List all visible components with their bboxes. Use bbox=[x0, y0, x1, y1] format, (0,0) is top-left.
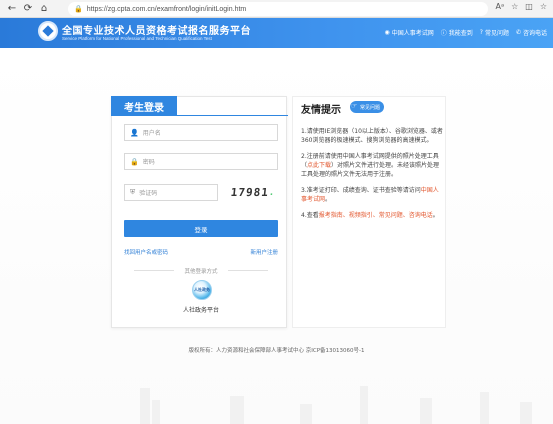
username-field[interactable]: 👤 用户名 bbox=[124, 124, 278, 141]
shield-icon: ⛨ bbox=[130, 188, 136, 196]
faq-badge[interactable]: ☞ 常见问题 bbox=[350, 101, 385, 113]
notice-title: 友情提示 bbox=[301, 105, 341, 116]
url-text: https://zg.cpta.com.cn/examfront/login/i… bbox=[86, 5, 247, 13]
site-header: 全国专业技术人员资格考试报名服务平台 Service Platform for … bbox=[0, 18, 553, 48]
header-link-guide[interactable]: ⓘ 我能查到 bbox=[441, 28, 473, 37]
header-link-phone[interactable]: ✆ 咨询电话 bbox=[516, 28, 547, 37]
other-login-label: 其他登录方式 bbox=[124, 267, 278, 275]
register-link[interactable]: 新用户注册 bbox=[250, 248, 278, 256]
phone-icon: ✆ bbox=[515, 29, 521, 36]
header-link-faq[interactable]: ? 常见问题 bbox=[480, 28, 509, 37]
captcha-text: 17981 bbox=[230, 186, 270, 199]
user-icon: 👤 bbox=[130, 128, 139, 137]
header-link-cpta[interactable]: ◉ 中国人事考试网 bbox=[384, 28, 433, 37]
footer-copyright: 版权所有：人力资源和社会保障部人事考试中心 京ICP备13013060号-1 bbox=[188, 348, 365, 354]
read-aloud-icon[interactable]: Aᵃ bbox=[495, 2, 504, 11]
platform-icon-text: 人社政务 bbox=[194, 287, 210, 292]
lock-icon: 🔒 bbox=[130, 157, 139, 166]
site-title: 全国专业技术人员资格考试报名服务平台 bbox=[62, 26, 251, 37]
tip-browser: 1.请使用IE浏览器（10以上版本）、谷歌浏览器、或者360浏览器的极速模式、搜… bbox=[301, 128, 443, 144]
login-button[interactable]: 登录 bbox=[124, 220, 278, 237]
tab-underline bbox=[176, 115, 288, 116]
tips-list: 1.请使用IE浏览器（10以上版本）、谷歌浏览器、或者360浏览器的极速模式、搜… bbox=[301, 127, 443, 227]
address-bar[interactable]: 🔒 https://zg.cpta.com.cn/examfront/login… bbox=[68, 2, 488, 16]
back-icon[interactable]: ← bbox=[4, 1, 20, 17]
login-card: 考生登录 👤 用户名 🔒 密码 ⛨ 验证码 17981 . 登录 找回用户名或密… bbox=[111, 96, 288, 328]
tip-photo: 2.注册前请使用中国人事考试网提供的照片处理工具（点此下载）对照片文件进行处理。… bbox=[301, 153, 440, 178]
globe-icon: ◉ bbox=[384, 29, 390, 36]
password-placeholder: 密码 bbox=[142, 159, 155, 166]
site-logo-icon bbox=[38, 21, 58, 41]
captcha-field[interactable]: ⛨ 验证码 bbox=[124, 184, 218, 201]
split-screen-icon[interactable]: ◫ bbox=[525, 2, 533, 11]
tip-guides: 4.查看报考指南、视频指引、常见问题、咨询电话。 bbox=[301, 212, 439, 219]
download-tool-link[interactable]: 点此下载 bbox=[307, 162, 331, 169]
username-placeholder: 用户名 bbox=[142, 130, 161, 137]
captcha-image[interactable]: 17981 . bbox=[227, 184, 279, 201]
pointing-hand-icon: ☞ bbox=[351, 102, 358, 110]
captcha-placeholder: 验证码 bbox=[139, 190, 158, 197]
home-icon[interactable]: ⌂ bbox=[36, 1, 52, 17]
password-field[interactable]: 🔒 密码 bbox=[124, 153, 278, 170]
captcha-noise-icon: . bbox=[268, 187, 276, 198]
skyline-decoration bbox=[140, 386, 532, 424]
forgot-password-link[interactable]: 找回用户名或密码 bbox=[124, 248, 168, 256]
question-icon: ? bbox=[479, 29, 483, 36]
platform-label[interactable]: 人社政务平台 bbox=[124, 305, 278, 314]
notice-panel: 友情提示 ☞ 常见问题 1.请使用IE浏览器（10以上版本）、谷歌浏览器、或者3… bbox=[292, 96, 446, 328]
login-tab[interactable]: 考生登录 bbox=[111, 96, 177, 116]
favorites-icon[interactable]: ☆ bbox=[540, 2, 547, 11]
favorite-star-icon[interactable]: ☆ bbox=[511, 2, 518, 11]
hrss-platform-icon[interactable]: 人社政务 bbox=[192, 280, 212, 300]
tip-admission: 3.准考证打印、成绩查询、证书查验等请访问中国人事考试网。 bbox=[301, 187, 439, 203]
browser-toolbar: ← ⟳ ⌂ 🔒 https://zg.cpta.com.cn/examfront… bbox=[0, 0, 553, 18]
refresh-icon[interactable]: ⟳ bbox=[20, 1, 36, 17]
site-subtitle: Service Platform for National Profession… bbox=[62, 36, 212, 41]
guide-links[interactable]: 报考指南、视频指引、常见问题、咨询电话 bbox=[319, 212, 433, 219]
lock-icon: 🔒 bbox=[74, 6, 83, 13]
info-icon: ⓘ bbox=[440, 30, 447, 37]
